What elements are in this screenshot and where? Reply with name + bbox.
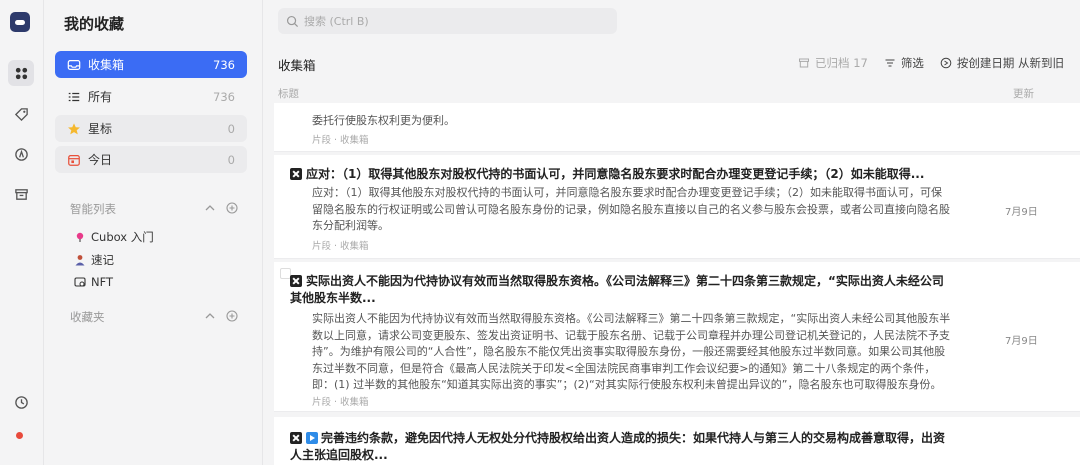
sidebar-item-label: 今日 — [88, 153, 113, 167]
video-icon — [306, 432, 318, 444]
card-date: 7月9日 — [1005, 207, 1038, 218]
search-input[interactable]: 搜索 (Ctrl B) — [278, 8, 617, 34]
archive-icon[interactable] — [8, 181, 34, 207]
filter-icon — [885, 59, 895, 67]
card-title-text: 实际出资人不能因为代持协议有效而当然取得股东资格。《公司法解释三》第二十四条第三… — [290, 274, 944, 305]
card-body: 实际出资人不能因为代持协议有效而当然取得股东资格。《公司法解释三》第二十四条第三… — [312, 312, 951, 391]
sidebar-item-inbox[interactable]: 收集箱 736 — [55, 51, 247, 78]
sidebar: 我的收藏 收集箱 736 所有 736 星标 0 今日 0 智能列表 Cubox… — [44, 0, 263, 465]
list-item[interactable]: 实际出资人不能因为代持协议有效而当然取得股东资格。《公司法解释三》第二十四条第三… — [274, 262, 1080, 412]
sort-button[interactable]: 按创建日期 从新到旧 — [940, 55, 1064, 71]
sort-icon — [940, 57, 952, 69]
card-title[interactable]: 应对：（1）取得其他股东对股权代持的书面认可，并同意隐名股东要求时配合办理变更登… — [290, 166, 950, 183]
icon-rail — [0, 0, 44, 465]
sidebar-item-count: 736 — [213, 89, 235, 104]
tag-icon[interactable] — [8, 101, 34, 127]
collections-icon[interactable] — [8, 60, 34, 86]
column-title-header: 标题 — [278, 88, 299, 100]
folders-actions — [204, 310, 238, 325]
toolbar: 已归档 17 筛选 按创建日期 从新到旧 — [798, 55, 1064, 71]
sidebar-item-today[interactable]: 今日 0 — [55, 146, 247, 173]
card-title[interactable]: 实际出资人不能因为代持协议有效而当然取得股东资格。《公司法解释三》第二十四条第三… — [290, 273, 950, 307]
card-title-text: 完善违约条款，避免因代持人无权处分代持股权给出资人造成的损失：如果代持人与第三人… — [290, 431, 946, 462]
smart-list-quick-note[interactable]: 速记 — [74, 252, 114, 268]
sidebar-item-count: 0 — [227, 152, 235, 167]
smart-list-heading: 智能列表 — [70, 202, 116, 216]
snippet-icon — [290, 432, 302, 444]
card-meta: 片段 · 收集箱 — [312, 241, 369, 252]
main-panel: 搜索 (Ctrl B) 收集箱 已归档 17 筛选 按创建日期 从新到旧 标题 … — [264, 0, 1080, 465]
notification-dot[interactable] — [16, 432, 23, 439]
sidebar-item-count: 0 — [227, 121, 235, 136]
inbox-icon — [67, 58, 81, 72]
collapse-icon[interactable] — [204, 310, 216, 325]
card-title-text: 应对：（1）取得其他股东对股权代持的书面认可，并同意隐名股东要求时配合办理变更登… — [306, 167, 925, 181]
sidebar-item-label: 收集箱 — [88, 58, 125, 72]
card-meta: 片段 · 收集箱 — [312, 135, 369, 146]
add-icon[interactable] — [226, 202, 238, 217]
list-item[interactable]: 完善违约条款，避免因代持人无权处分代持股权给出资人造成的损失：如果代持人与第三人… — [274, 417, 1080, 465]
filter-label: 筛选 — [900, 56, 924, 70]
sidebar-item-label: 所有 — [88, 90, 113, 104]
snippet-icon — [290, 275, 302, 287]
sidebar-item-all[interactable]: 所有 736 — [55, 83, 247, 110]
smart-list-label: NFT — [91, 275, 114, 289]
history-icon[interactable] — [8, 389, 34, 415]
card-body: 委托行使股东权利更为便利。 — [312, 114, 455, 127]
sidebar-title: 我的收藏 — [64, 15, 125, 33]
search-icon — [286, 15, 299, 27]
card-date: 7月9日 — [1005, 336, 1038, 347]
list-item[interactable]: 委托行使股东权利更为便利。 片段 · 收集箱 — [274, 103, 1080, 152]
smart-list-cubox-intro[interactable]: Cubox 入门 — [74, 229, 154, 245]
smart-list-nft[interactable]: NFT — [74, 275, 113, 289]
sidebar-item-starred[interactable]: 星标 0 — [55, 115, 247, 142]
column-updated-header: 更新 — [1013, 88, 1034, 100]
search-placeholder: 搜索 (Ctrl B) — [304, 15, 369, 28]
calendar-icon — [67, 153, 81, 167]
card-title[interactable]: 完善违约条款，避免因代持人无权处分代持股权给出资人造成的损失：如果代持人与第三人… — [290, 430, 950, 464]
smart-list-label: 速记 — [91, 253, 114, 267]
app-logo-icon[interactable] — [10, 12, 30, 32]
card-body: 应对：（1）取得其他股东对股权代持的书面认可，并同意隐名股东要求时配合办理变更登… — [312, 186, 950, 232]
card-meta: 片段 · 收集箱 — [312, 397, 369, 408]
star-icon — [67, 122, 81, 136]
archived-button[interactable]: 已归档 17 — [798, 55, 868, 71]
smart-list-actions — [204, 202, 238, 217]
archived-label: 已归档 17 — [815, 56, 868, 70]
page-title: 收集箱 — [278, 58, 316, 73]
list-item[interactable]: 应对：（1）取得其他股东对股权代持的书面认可，并同意隐名股东要求时配合办理变更登… — [274, 155, 1080, 259]
archive-icon — [799, 58, 810, 68]
pin-icon — [74, 231, 86, 243]
sidebar-item-label: 星标 — [88, 122, 113, 136]
sort-label: 按创建日期 从新到旧 — [956, 56, 1064, 70]
folders-heading: 收藏夹 — [70, 310, 105, 324]
collapse-icon[interactable] — [204, 202, 216, 217]
explore-icon[interactable] — [8, 141, 34, 167]
card-list: 委托行使股东权利更为便利。 片段 · 收集箱 应对：（1）取得其他股东对股权代持… — [274, 103, 1080, 465]
sidebar-item-count: 736 — [213, 57, 235, 72]
nft-icon — [74, 276, 86, 288]
smart-list-label: Cubox 入门 — [91, 230, 154, 244]
person-icon — [74, 254, 86, 266]
snippet-icon — [290, 168, 302, 180]
add-icon[interactable] — [226, 310, 238, 325]
filter-button[interactable]: 筛选 — [884, 55, 924, 71]
list-icon — [67, 90, 81, 104]
